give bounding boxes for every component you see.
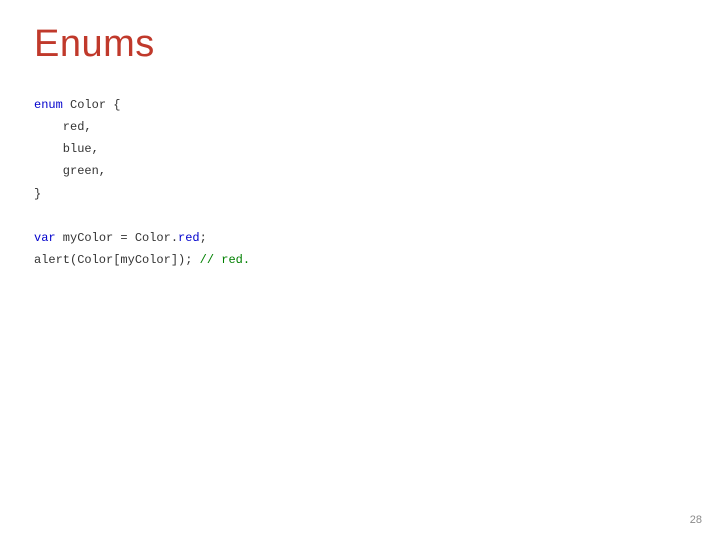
slide: Enums enum Color { red, blue, green, } v…: [0, 0, 720, 540]
code-text: red,: [34, 120, 92, 134]
code-text: }: [34, 187, 41, 201]
code-text: green,: [34, 164, 106, 178]
code-text: alert(Color[myColor]);: [34, 253, 200, 267]
code-keyword: var: [34, 231, 56, 245]
code-block: enum Color { red, blue, green, } var myC…: [34, 94, 686, 272]
code-text: myColor = Color.: [56, 231, 178, 245]
code-text: blue,: [34, 142, 99, 156]
code-property: red: [178, 231, 200, 245]
code-text: Color {: [63, 98, 121, 112]
page-number: 28: [690, 514, 702, 526]
code-text: ;: [200, 231, 207, 245]
code-comment: // red.: [200, 253, 250, 267]
slide-title: Enums: [34, 24, 686, 66]
code-keyword: enum: [34, 98, 63, 112]
